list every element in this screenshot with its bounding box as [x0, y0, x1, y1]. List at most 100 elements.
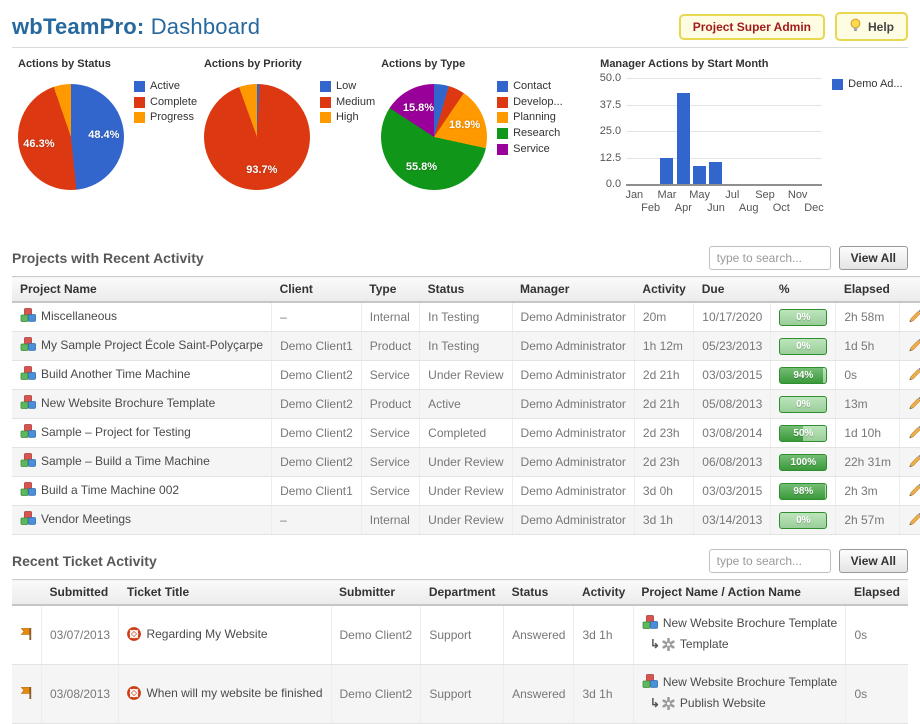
x-axis-tick-label: Dec [804, 202, 824, 214]
projects-column-header: Type [361, 277, 419, 303]
elapsed-cell: 0s [846, 665, 908, 724]
edit-project-button[interactable] [908, 425, 920, 442]
project-name-cell: Miscellaneous [12, 302, 272, 332]
percent-cell: 0% [771, 302, 836, 332]
edit-project-button[interactable] [908, 396, 920, 413]
projects-search-input[interactable] [709, 246, 831, 270]
legend-swatch [134, 112, 145, 123]
percent-cell: 0% [771, 332, 836, 361]
legend-swatch [320, 81, 331, 92]
activity-cell: 2d 21h [634, 361, 693, 390]
flag-cell [12, 665, 42, 724]
projects-table: Project NameClientTypeStatusManagerActiv… [12, 276, 920, 535]
progress-badge: 100% [779, 454, 827, 471]
legend-item: Service [497, 143, 563, 156]
project-super-admin-button[interactable]: Project Super Admin [679, 14, 825, 40]
due-cell: 10/17/2020 [694, 302, 771, 332]
manager-cell: Demo Administrator [512, 390, 634, 419]
project-name: My Sample Project École Saint-Polyçarpe [41, 338, 263, 352]
project-name-cell: Build Another Time Machine [12, 361, 272, 390]
gridline [626, 105, 822, 106]
legend-item: Planning [497, 111, 563, 124]
due-cell: 05/23/2013 [694, 332, 771, 361]
edit-project-button[interactable] [908, 512, 920, 529]
status-cell: In Testing [420, 332, 512, 361]
submitter-cell: Demo Client2 [331, 665, 421, 724]
edit-project-button[interactable] [908, 338, 920, 355]
tickets-column-header: Ticket Title [119, 580, 331, 606]
manager-cell: Demo Administrator [512, 506, 634, 535]
progress-badge: 0% [779, 396, 827, 413]
bar-chart-y-axis: 0.012.525.037.550.0 [594, 76, 626, 186]
legend-swatch [497, 97, 508, 108]
due-cell: 03/03/2015 [694, 477, 771, 506]
project-name: Miscellaneous [41, 309, 117, 323]
legend-swatch [497, 81, 508, 92]
submitter-cell: Demo Client2 [331, 605, 421, 665]
tickets-search-input[interactable] [709, 549, 831, 573]
project-name: Sample – Project for Testing [41, 425, 191, 439]
legend-label: Develop... [513, 96, 563, 109]
edit-cell [900, 448, 920, 477]
type-cell: Service [361, 419, 419, 448]
chart-legend: ActiveCompleteProgress [134, 80, 197, 127]
ticket-title: When will my website be finished [146, 686, 322, 700]
ticket-row: 03/08/2013When will my website be finish… [12, 665, 908, 724]
client-cell: Demo Client1 [272, 477, 362, 506]
legend-swatch [320, 97, 331, 108]
status-cell: Active [420, 390, 512, 419]
x-axis-tick-label: Feb [641, 202, 660, 214]
percent-cell: 50% [771, 419, 836, 448]
legend-swatch [497, 144, 508, 155]
project-cubes-icon [20, 366, 36, 384]
pie-actions-by-type: 18.9%55.8%15.8% [375, 78, 493, 196]
edit-project-button[interactable] [908, 309, 920, 326]
pie-slice-label: 46.3% [23, 138, 54, 150]
legend-swatch [832, 79, 843, 90]
chart-legend: ContactDevelop...PlanningResearchService [497, 80, 563, 158]
percent-cell: 98% [771, 477, 836, 506]
help-button[interactable]: Help [835, 12, 908, 41]
projects-view-all-button[interactable]: View All [839, 246, 908, 270]
chart-title: Manager Actions by Start Month [600, 58, 908, 70]
project-row: Build a Time Machine 002Demo Client1Serv… [12, 477, 920, 506]
type-cell: Internal [361, 506, 419, 535]
tickets-column-header: Project Name / Action Name [633, 580, 846, 606]
edit-project-button[interactable] [908, 483, 920, 500]
tickets-column-header: Submitter [331, 580, 421, 606]
project-name-cell: New Website Brochure Template [12, 390, 272, 419]
page-name: Dashboard [151, 14, 260, 39]
flag-cell [12, 605, 42, 665]
legend-item: Low [320, 80, 375, 93]
elapsed-cell: 0s [836, 361, 900, 390]
legend-item: Progress [134, 111, 197, 124]
action-name-line: ↳Template [642, 635, 838, 656]
chart-actions-by-type: Actions by Type 18.9%55.8%15.8% ContactD… [375, 54, 590, 196]
tickets-view-all-button[interactable]: View All [839, 549, 908, 573]
tickets-column-header: Activity [574, 580, 633, 606]
activity-cell: 3d 1h [634, 506, 693, 535]
x-axis-tick-label: Jul [725, 189, 739, 201]
dashboard-page: wbTeamPro: Dashboard Project Super Admin… [0, 0, 920, 724]
tickets-column-header [12, 580, 42, 606]
pie-slice-label: 18.9% [449, 119, 480, 131]
status-cell: In Testing [420, 302, 512, 332]
project-row: Miscellaneous–InternalIn TestingDemo Adm… [12, 302, 920, 332]
chart-title: Actions by Status [18, 58, 198, 70]
edit-project-button[interactable] [908, 367, 920, 384]
charts-row: Actions by Status 48.4%46.3% ActiveCompl… [12, 54, 908, 232]
edit-project-button[interactable] [908, 454, 920, 471]
progress-badge: 0% [779, 338, 827, 355]
project-action-cell: New Website Brochure Template↳Template [633, 605, 846, 665]
project-name: Build Another Time Machine [41, 367, 190, 381]
type-cell: Internal [361, 302, 419, 332]
project-cubes-icon [20, 511, 36, 529]
project-cubes-icon [20, 424, 36, 442]
projects-column-header: Activity [634, 277, 693, 303]
manager-cell: Demo Administrator [512, 361, 634, 390]
legend-label: Low [336, 80, 356, 93]
pencil-icon [908, 514, 920, 529]
bar-chart-x-axis: JanFebMarAprMayJunJulAugSepOctNovDec [626, 186, 822, 216]
manager-cell: Demo Administrator [512, 419, 634, 448]
due-cell: 05/08/2013 [694, 390, 771, 419]
